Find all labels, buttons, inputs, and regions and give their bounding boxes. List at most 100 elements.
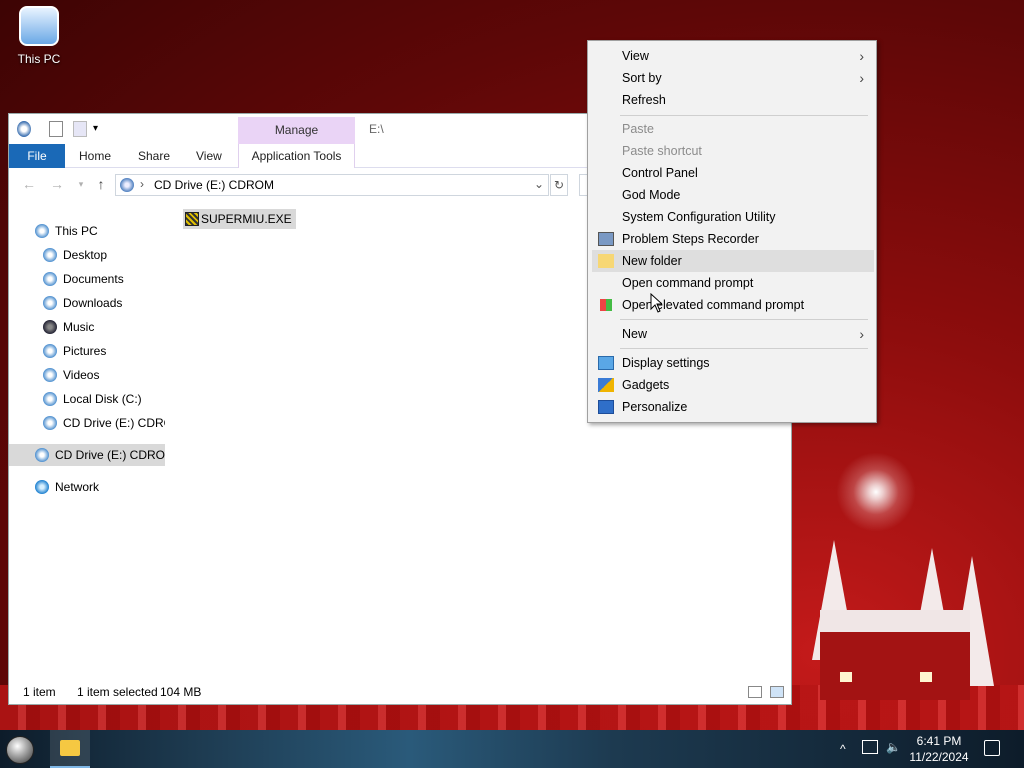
nav-item-music[interactable]: Music <box>43 316 94 338</box>
folder-icon <box>60 740 80 756</box>
forward-icon[interactable]: → <box>49 176 65 192</box>
notifications-icon[interactable] <box>984 740 1000 756</box>
tab-file[interactable]: File <box>9 144 65 168</box>
clock-time: 6:41 PM <box>916 734 962 748</box>
status-size: 104 MB <box>160 685 202 699</box>
tab-share[interactable]: Share <box>138 144 170 168</box>
nav-item-downloads[interactable]: Downloads <box>43 292 122 314</box>
this-pc-icon <box>35 224 49 238</box>
menu-item-problem-steps-recorder[interactable]: Problem Steps Recorder <box>592 228 874 250</box>
taskbar-file-explorer[interactable] <box>50 730 90 768</box>
tab-application-tools[interactable]: Application Tools <box>238 144 355 168</box>
new-folder-icon[interactable] <box>73 121 87 137</box>
navigation-pane: This PC Desktop Documents Downloads Musi… <box>9 210 165 690</box>
windows-flag-icon <box>600 299 612 311</box>
menu-item-god-mode[interactable]: God Mode <box>592 184 874 206</box>
refresh-icon[interactable]: ↻ <box>550 174 568 196</box>
nav-item-label: CD Drive (E:) CDROM <box>63 416 165 430</box>
address-path: CD Drive (E:) CDROM <box>154 178 274 192</box>
menu-item-display-settings[interactable]: Display settings <box>592 352 874 374</box>
documents-icon <box>43 272 57 286</box>
menu-item-control-panel[interactable]: Control Panel <box>592 162 874 184</box>
recent-locations-icon[interactable]: ▾ <box>73 176 89 192</box>
menu-item-new[interactable]: New › <box>592 323 874 345</box>
taskbar-clock[interactable]: 6:41 PM 11/22/2024 <box>906 733 972 765</box>
large-icons-view-icon[interactable] <box>770 686 784 698</box>
back-icon[interactable]: ← <box>21 176 37 192</box>
nav-item-documents[interactable]: Documents <box>43 268 124 290</box>
wallpaper-star <box>836 452 916 532</box>
tab-manage[interactable]: Manage <box>238 117 355 144</box>
tab-home[interactable]: Home <box>79 144 111 168</box>
nav-item-label: Desktop <box>63 248 108 262</box>
nav-item-videos[interactable]: Videos <box>43 364 99 386</box>
taskbar: ^ 🔈 6:41 PM 11/22/2024 <box>0 730 1024 768</box>
clock-date: 11/22/2024 <box>909 750 969 764</box>
nav-item-local-disk[interactable]: Local Disk (C:) <box>43 388 142 410</box>
nav-item-label: Music <box>63 320 95 334</box>
nav-item-network[interactable]: Network <box>35 476 99 498</box>
window-title-path: E:\ <box>369 122 384 136</box>
nav-item-label: Documents <box>63 272 124 286</box>
folder-icon <box>598 254 614 268</box>
menu-separator <box>620 115 868 116</box>
nav-item-cd-drive-selected[interactable]: CD Drive (E:) CDROM <box>9 444 165 466</box>
network-status-icon[interactable] <box>862 740 878 754</box>
nav-item-label: Videos <box>63 368 100 382</box>
network-icon <box>35 480 49 494</box>
chevron-down-icon[interactable]: ⌄ <box>534 177 544 191</box>
nav-item-label: CD Drive (E:) CDROM <box>55 448 165 462</box>
music-icon <box>43 320 57 334</box>
videos-icon <box>43 368 57 382</box>
nav-item-cd-drive[interactable]: CD Drive (E:) CDROM <box>43 412 165 434</box>
display-icon <box>598 356 614 370</box>
volume-muted-icon[interactable]: 🔈 <box>886 740 901 754</box>
customize-qat-icon[interactable]: ▾ <box>93 121 107 137</box>
menu-item-paste: Paste <box>622 122 654 136</box>
menu-separator <box>620 319 868 320</box>
menu-item-view[interactable]: View › <box>592 45 874 67</box>
menu-item-personalize[interactable]: Personalize <box>592 396 874 418</box>
nav-item-label: Network <box>55 480 100 494</box>
mouse-cursor-icon <box>650 293 662 313</box>
address-bar[interactable]: › CD Drive (E:) CDROM ⌄ <box>115 174 549 196</box>
tab-view[interactable]: View <box>196 144 222 168</box>
start-button[interactable] <box>6 736 34 764</box>
chevron-right-icon: › <box>859 326 864 342</box>
chevron-up-icon[interactable]: ^ <box>840 742 854 768</box>
nav-item-label: Downloads <box>63 296 123 310</box>
menu-item-system-configuration[interactable]: System Configuration Utility <box>592 206 874 228</box>
desktop-context-menu: View › Sort by › Refresh Paste Paste short… <box>587 40 877 423</box>
pictures-icon <box>43 344 57 358</box>
exe-icon <box>185 212 199 226</box>
file-item[interactable]: SUPERMIU.EXE <box>183 209 296 229</box>
menu-item-gadgets[interactable]: Gadgets <box>592 374 874 396</box>
wallpaper-house <box>820 610 970 700</box>
nav-item-this-pc[interactable]: This PC <box>35 220 98 242</box>
menu-item-sort-by[interactable]: Sort by › <box>592 67 874 89</box>
status-selected: 1 item selected <box>77 685 158 699</box>
cd-drive-icon <box>35 448 49 462</box>
menu-item-refresh[interactable]: Refresh <box>592 89 874 111</box>
menu-item-new-folder[interactable]: New folder <box>592 250 874 272</box>
up-icon[interactable]: ↑ <box>93 176 109 192</box>
menu-item-open-command-prompt[interactable]: Open command prompt <box>592 272 874 294</box>
cd-drive-icon <box>120 178 134 192</box>
local-disk-icon <box>43 392 57 406</box>
chevron-right-icon: › <box>859 70 864 86</box>
file-name: SUPERMIU.EXE <box>201 212 292 226</box>
menu-separator <box>620 348 868 349</box>
nav-item-pictures[interactable]: Pictures <box>43 340 106 362</box>
properties-icon[interactable] <box>49 121 63 137</box>
drive-icon <box>17 121 31 137</box>
personalize-icon <box>598 400 614 414</box>
details-view-icon[interactable] <box>748 686 762 698</box>
gadgets-icon <box>598 378 614 392</box>
this-pc-icon <box>19 6 59 46</box>
desktop-icon-this-pc[interactable]: This PC <box>10 4 68 66</box>
chevron-right-icon: › <box>859 48 864 64</box>
menu-item-open-elevated-command-prompt[interactable]: Open elevated command prompt <box>592 294 874 316</box>
nav-item-label: Pictures <box>63 344 107 358</box>
nav-item-desktop[interactable]: Desktop <box>43 244 107 266</box>
breadcrumb-chevron-icon[interactable]: › <box>140 177 144 191</box>
